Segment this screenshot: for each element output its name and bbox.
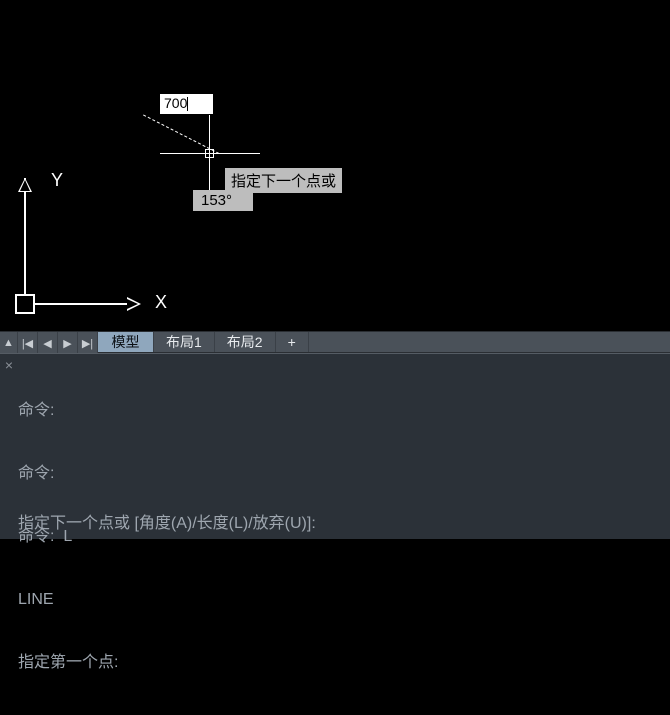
dynamic-length-input[interactable]: 700 xyxy=(159,93,214,115)
command-history-line: 指定第一个点: xyxy=(18,652,664,673)
tab-prev-button[interactable]: ◀ xyxy=(38,332,58,354)
command-window[interactable]: × 命令: 命令: 命令: L LINE 指定第一个点: 指定下一个点或 [角度… xyxy=(0,353,670,539)
tab-next-button[interactable]: ▶ xyxy=(58,332,78,354)
tab-last-button[interactable]: ▶| xyxy=(78,332,98,354)
drawing-viewport[interactable]: Y X 700 指定下一个点或 153° xyxy=(0,0,670,331)
ucs-icon: Y X xyxy=(15,170,175,330)
command-history-line: 命令: xyxy=(18,400,664,421)
tab-scroll-up-button[interactable]: ▲ xyxy=(0,332,18,354)
ucs-y-label: Y xyxy=(51,170,63,191)
dynamic-angle-input[interactable]: 153° xyxy=(193,190,253,211)
command-history-line: 命令: xyxy=(18,463,664,484)
tab-layout1[interactable]: 布局1 xyxy=(154,332,215,352)
tab-add-button[interactable]: + xyxy=(276,332,309,352)
ucs-x-label: X xyxy=(155,292,167,313)
tab-first-button[interactable]: |◀ xyxy=(18,332,38,354)
crosshair-pickbox xyxy=(205,149,214,158)
command-close-button[interactable]: × xyxy=(2,358,16,372)
tab-layout2[interactable]: 布局2 xyxy=(215,332,276,352)
command-history-line: LINE xyxy=(18,589,664,610)
command-history: 命令: 命令: 命令: L LINE 指定第一个点: xyxy=(18,358,664,715)
layout-tab-strip: ▲ |◀ ◀ ▶ ▶| 模型 布局1 布局2 + xyxy=(0,331,670,353)
dynamic-length-value: 700 xyxy=(164,95,187,111)
tab-model[interactable]: 模型 xyxy=(98,332,154,352)
command-prompt[interactable]: 指定下一个点或 [角度(A)/长度(L)/放弃(U)]: xyxy=(18,509,664,533)
